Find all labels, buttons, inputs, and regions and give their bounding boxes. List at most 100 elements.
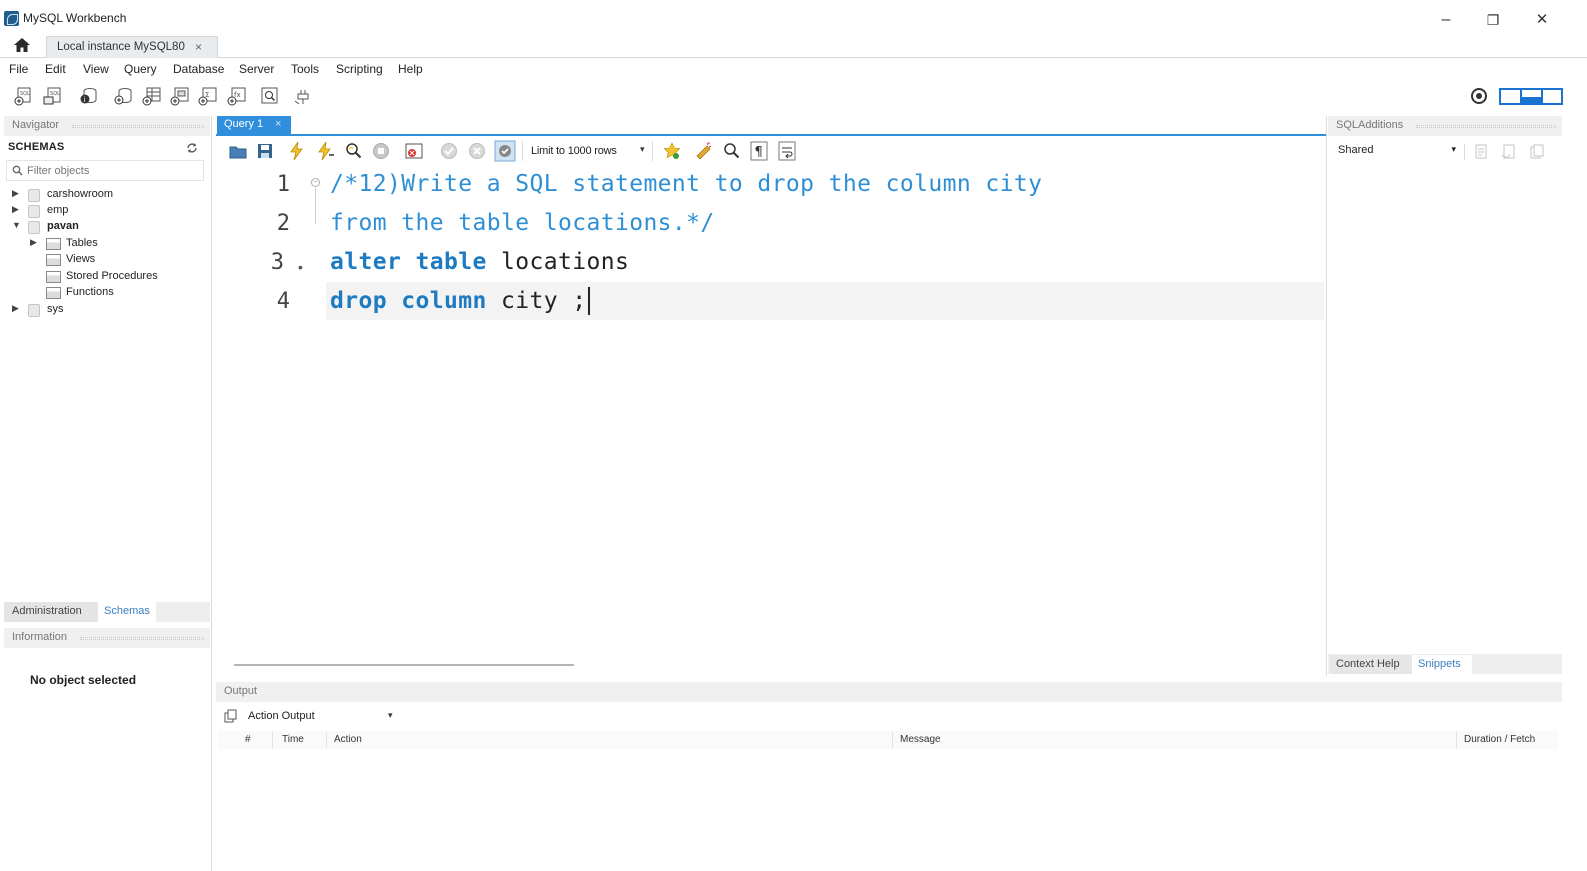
expand-arrow-icon[interactable]: ▶ [12, 188, 19, 199]
menu-view[interactable]: View [83, 62, 109, 76]
save-icon[interactable] [256, 142, 274, 160]
query-tab[interactable]: Query 1 × [217, 116, 291, 135]
column-header-duration[interactable]: Duration / Fetch [1464, 734, 1535, 745]
commit-icon[interactable] [440, 142, 458, 160]
column-separator[interactable] [892, 732, 893, 748]
horizontal-scrollbar[interactable] [234, 664, 574, 666]
beautify-icon[interactable] [694, 141, 714, 161]
output-header: Output [216, 682, 1562, 702]
tree-item-functions[interactable]: Functions [28, 286, 198, 302]
code-line[interactable]: 2 from the table locations.*/ [222, 205, 1324, 244]
output-type-select[interactable]: Action Output [248, 710, 315, 722]
new-sql-tab-icon[interactable]: SQL [12, 86, 34, 106]
code-statement: drop column city ; [330, 288, 586, 314]
schema-item-carshowroom[interactable]: ▶ carshowroom [10, 188, 200, 204]
tree-item-tables[interactable]: ▶ Tables [28, 237, 198, 253]
replace-snippet-icon[interactable] [1472, 143, 1490, 161]
dropdown-arrow-icon[interactable]: ▾ [388, 710, 393, 721]
insert-snippet-icon[interactable] [1500, 143, 1518, 161]
stop-icon[interactable] [372, 142, 390, 160]
schema-item-emp[interactable]: ▶ emp [10, 204, 200, 220]
column-separator[interactable] [1456, 732, 1457, 748]
code-line[interactable]: 1 /*12)Write a SQL statement to drop the… [222, 166, 1324, 205]
menu-tools[interactable]: Tools [291, 62, 319, 76]
menu-file[interactable]: File [9, 62, 28, 76]
preferences-gear-icon[interactable] [1468, 86, 1490, 106]
code-line[interactable]: 4 drop column city ; [222, 283, 1324, 322]
information-header: Information [4, 628, 210, 648]
reconnect-icon[interactable] [293, 86, 315, 106]
toggle-autocommit-icon[interactable] [494, 140, 516, 162]
rollback-icon[interactable] [468, 142, 486, 160]
execute-current-statement-icon[interactable] [316, 141, 336, 161]
restore-button[interactable]: ❐ [1483, 10, 1503, 30]
toggle-output-icon[interactable] [1522, 90, 1543, 103]
tree-item-views[interactable]: Views [28, 253, 198, 269]
refresh-schemas-icon[interactable] [185, 142, 199, 154]
close-window-button[interactable]: ✕ [1532, 10, 1552, 30]
expand-arrow-icon[interactable]: ▶ [30, 237, 37, 248]
minimize-button[interactable]: – [1436, 10, 1456, 30]
column-header-number[interactable]: # [245, 734, 251, 745]
connection-tab[interactable]: Local instance MySQL80 × [46, 36, 218, 58]
invisible-characters-icon[interactable]: ¶ [750, 141, 768, 161]
collapse-arrow-icon[interactable]: ▼ [12, 220, 21, 230]
tree-item-stored-procedures[interactable]: Stored Procedures [28, 270, 198, 286]
tab-administration[interactable]: Administration [4, 602, 98, 622]
schema-item-pavan[interactable]: ▼ pavan [10, 220, 200, 236]
column-separator[interactable] [272, 732, 273, 748]
filter-objects-input[interactable] [27, 163, 197, 178]
open-file-icon[interactable] [228, 142, 248, 160]
menu-server[interactable]: Server [239, 62, 274, 76]
menu-edit[interactable]: Edit [45, 62, 66, 76]
explain-icon[interactable] [344, 141, 364, 161]
add-snippet-icon[interactable] [662, 141, 682, 161]
create-schema-icon[interactable] [112, 86, 134, 106]
create-procedure-icon[interactable]: Σ [196, 86, 218, 106]
panel-layout-toggle[interactable] [1499, 88, 1563, 105]
schema-item-sys[interactable]: ▶ sys [10, 303, 200, 319]
toggle-sidebar-icon[interactable] [1501, 90, 1522, 103]
left-splitter[interactable] [211, 116, 212, 871]
menu-scripting[interactable]: Scripting [336, 62, 383, 76]
menu-query[interactable]: Query [124, 62, 157, 76]
line-number: 4 [276, 289, 290, 314]
tab-snippets[interactable]: Snippets [1412, 655, 1472, 674]
limit-rows-select[interactable]: Limit to 1000 rows [531, 145, 617, 157]
expand-arrow-icon[interactable]: ▶ [12, 303, 19, 314]
dropdown-arrow-icon[interactable]: ▾ [640, 144, 645, 155]
column-separator[interactable] [326, 732, 327, 748]
column-header-message[interactable]: Message [900, 734, 941, 745]
menu-help[interactable]: Help [398, 62, 423, 76]
column-header-time[interactable]: Time [282, 734, 304, 745]
tab-schemas[interactable]: Schemas [98, 602, 156, 622]
column-header-action[interactable]: Action [334, 734, 362, 745]
code-comment: from the table locations.*/ [330, 210, 715, 236]
find-icon[interactable] [722, 141, 742, 161]
toggle-continue-on-error-icon[interactable] [404, 141, 424, 161]
toggle-secondary-sidebar-icon[interactable] [1543, 90, 1561, 103]
word-wrap-icon[interactable] [778, 141, 796, 161]
tab-context-help[interactable]: Context Help [1330, 655, 1412, 674]
open-inspector-icon[interactable]: i [77, 86, 99, 106]
code-line[interactable]: 3 alter table locations [222, 244, 1324, 283]
create-view-icon[interactable] [168, 86, 190, 106]
search-table-data-icon[interactable] [259, 86, 281, 106]
execute-lightning-icon[interactable] [288, 141, 306, 161]
connection-tab-close-icon[interactable]: × [195, 40, 202, 54]
right-splitter[interactable] [1326, 116, 1327, 676]
home-icon[interactable] [12, 36, 32, 54]
tables-folder-icon [46, 238, 61, 250]
query-tab-close-icon[interactable]: × [275, 118, 281, 130]
create-table-icon[interactable] [140, 86, 162, 106]
menu-database[interactable]: Database [173, 62, 224, 76]
create-function-icon[interactable]: fx [225, 86, 247, 106]
copy-snippet-icon[interactable] [1528, 143, 1546, 161]
expand-arrow-icon[interactable]: ▶ [12, 204, 19, 215]
open-sql-script-icon[interactable]: SQL [42, 86, 64, 106]
snippets-category-select[interactable]: Shared ▾ [1334, 142, 1460, 161]
copy-output-icon[interactable] [224, 709, 238, 723]
dropdown-arrow-icon[interactable]: ▾ [1451, 144, 1456, 155]
svg-text:SQL: SQL [50, 91, 60, 97]
information-header-label: Information [12, 631, 68, 643]
